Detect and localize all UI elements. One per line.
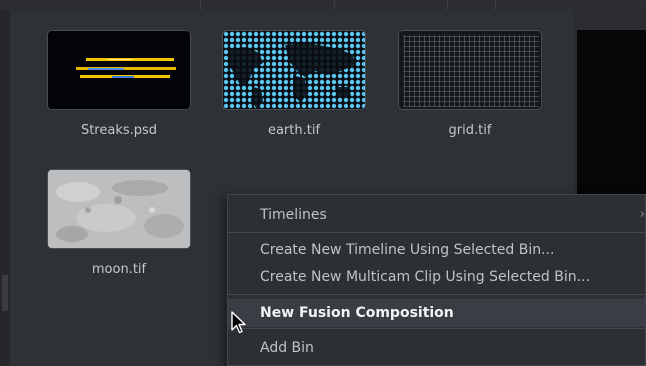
menu-item-add-bin[interactable]: Add Bin	[228, 336, 645, 360]
top-toolbar-strip	[0, 0, 646, 10]
sidebar-handle[interactable]	[2, 275, 8, 311]
toolbar-divider	[200, 0, 201, 10]
streaks-thumbnail-icon	[47, 30, 191, 110]
moon-texture-thumbnail-icon	[47, 169, 191, 249]
clip-streaks[interactable]: Streaks.psd	[44, 30, 194, 138]
chevron-right-icon: ›	[639, 207, 645, 222]
toolbar-divider	[495, 0, 496, 10]
viewer-screen	[577, 30, 646, 216]
clip-name: earth.tif	[267, 123, 321, 138]
menu-item-create-multicam[interactable]: Create New Multicam Clip Using Selected …	[228, 265, 645, 289]
sidebar-edge	[0, 10, 10, 366]
menu-item-label: Create New Timeline Using Selected Bin..…	[260, 242, 555, 258]
mouse-pointer-icon	[231, 311, 247, 339]
clip-grid[interactable]: grid.tif	[395, 30, 545, 138]
menu-item-timelines[interactable]: Timelines ›	[228, 203, 645, 227]
toolbar-divider	[334, 0, 335, 10]
earth-map-thumbnail-icon	[222, 30, 366, 110]
clip-name: grid.tif	[448, 123, 492, 138]
menu-item-label: Create New Multicam Clip Using Selected …	[260, 269, 590, 285]
menu-separator	[228, 328, 645, 329]
clip-name: moon.tif	[91, 262, 147, 277]
clip-earth[interactable]: earth.tif	[219, 30, 369, 138]
menu-separator	[228, 232, 645, 233]
clip-moon[interactable]: moon.tif	[44, 169, 194, 277]
menu-separator	[228, 294, 645, 295]
clip-name: Streaks.psd	[80, 123, 158, 138]
context-menu: Timelines › Create New Timeline Using Se…	[227, 194, 646, 366]
menu-item-new-fusion-composition[interactable]: New Fusion Composition	[228, 299, 645, 327]
menu-item-label: Timelines	[260, 207, 327, 223]
menu-item-label: Add Bin	[260, 340, 314, 356]
menu-item-label: New Fusion Composition	[260, 305, 454, 321]
menu-item-create-timeline[interactable]: Create New Timeline Using Selected Bin..…	[228, 238, 645, 262]
toolbar-divider	[447, 0, 448, 10]
grid-thumbnail-icon	[398, 30, 542, 110]
